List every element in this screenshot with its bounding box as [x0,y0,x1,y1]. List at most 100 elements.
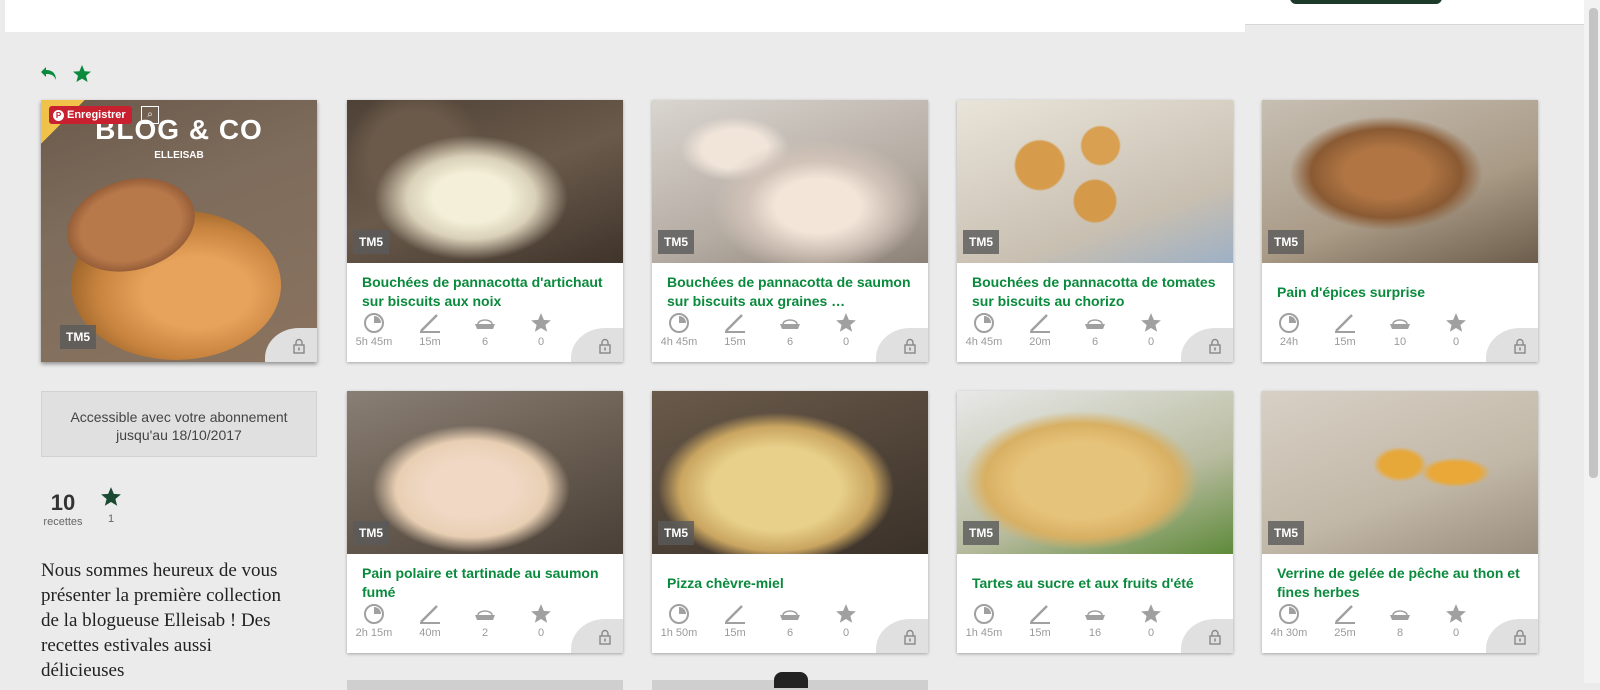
recipe-title[interactable]: Pain polaire et tartinade au saumon fumé [362,563,612,603]
servings-value: 6 [786,336,794,348]
recipe-title[interactable]: Bouchées de pannacotta de saumon sur bis… [667,272,917,312]
scrollbar-thumb[interactable] [1589,8,1598,478]
pinterest-save-button[interactable]: P Enregistrer [49,106,132,124]
rating-value: 0 [1147,627,1155,639]
zoom-icon[interactable]: ⌕ [141,106,159,124]
recipe-title[interactable]: Tartes au sucre et aux fruits d'été [972,563,1222,603]
prep-value: 40m [419,627,441,639]
prep-time-icon [713,603,757,627]
recipe-card[interactable]: TM5 Pain d'épices surprise 24h 15m 10 0 [1262,100,1538,362]
recipe-meta: 24h 15m 10 0 [1262,312,1492,356]
total-value: 24h [1279,336,1299,348]
recipe-meta: 4h 45m 20m 6 0 [957,312,1187,356]
recipe-title[interactable]: Verrine de gelée de pêche au thon et fin… [1277,563,1527,603]
recipe-title[interactable]: Bouchées de pannacotta de tomates sur bi… [972,272,1222,312]
servings-value: 6 [481,336,489,348]
tm5-badge: TM5 [353,230,389,254]
recipes-label: recettes [43,516,83,528]
total-stat: 2h 15m [352,603,396,639]
prep-time-icon [1018,603,1062,627]
rating-star-icon [1434,603,1478,627]
servings-icon [768,312,812,336]
prep-time-icon [408,603,452,627]
prep-stat: 25m [1323,603,1367,639]
recipe-meta: 1h 50m 15m 6 0 [652,603,882,647]
recipes-count: 10 [50,490,76,515]
rating-value: 0 [1452,627,1460,639]
recipe-card[interactable]: TM5 Verrine de gelée de pêche au thon et … [1262,391,1538,653]
recipe-meta: 2h 15m 40m 2 0 [347,603,577,647]
recipe-meta: 4h 30m 25m 8 0 [1262,603,1492,647]
servings-value: 2 [481,627,489,639]
total-time-icon [352,312,396,336]
prep-value: 15m [1334,336,1356,348]
total-time-icon [962,603,1006,627]
recipe-title[interactable]: Bouchées de pannacotta d'artichaut sur b… [362,272,612,312]
collection-description: Nous sommes heureux de vous présenter la… [41,560,282,681]
collection-cover[interactable]: BLOG & CO ELLEISAB TM5 [41,100,317,362]
servings-value: 10 [1393,336,1407,348]
recipes-count-stat: 10 recettes [41,490,85,528]
rating-stat: 0 [519,312,563,348]
prep-value: 15m [1029,627,1051,639]
recipe-card[interactable]: TM5 Tartes au sucre et aux fruits d'été 1h… [957,391,1233,653]
recipe-card[interactable]: TM5 Bouchées de pannacotta de tomates sur… [957,100,1233,362]
rating-stat: 0 [824,312,868,348]
total-time-icon [1267,603,1311,627]
total-stat: 1h 50m [657,603,701,639]
back-arrow-icon[interactable] [40,64,60,84]
recipe-title[interactable]: Pain d'épices surprise [1277,272,1527,312]
subscription-line-1: Accessible avec votre abonnement [70,409,288,425]
total-time-icon [352,603,396,627]
recipe-title[interactable]: Pizza chèvre-miel [667,563,917,603]
recipe-meta: 1h 45m 15m 16 0 [957,603,1187,647]
tm5-badge: TM5 [658,521,694,545]
recipe-card[interactable]: TM5 Bouchées de pannacotta d'artichaut su… [347,100,623,362]
recipe-card[interactable]: TM5 Pain polaire et tartinade au saumon f… [347,391,623,653]
rating-value: 0 [537,336,545,348]
favorites-star-icon [98,486,124,513]
servings-value: 8 [1396,627,1404,639]
lock-icon [599,629,611,645]
servings-stat: 6 [463,312,507,348]
prep-stat: 15m [1018,603,1062,639]
total-stat: 4h 45m [962,312,1006,348]
lock-icon [904,338,916,354]
header-button[interactable] [1290,0,1442,4]
lock-icon [1209,629,1221,645]
total-stat: 4h 45m [657,312,701,348]
rating-value: 0 [1452,336,1460,348]
favorites-count: 1 [107,513,115,525]
card-partial [347,680,623,690]
total-value: 5h 45m [355,336,393,348]
tm5-badge: TM5 [1268,230,1304,254]
servings-stat: 6 [768,603,812,639]
header-bar [5,0,1245,32]
favorite-star-icon[interactable] [72,64,92,84]
servings-stat: 2 [463,603,507,639]
cover-subtitle: ELLEISAB [154,150,204,161]
rating-stat: 0 [1434,603,1478,639]
total-time-icon [962,312,1006,336]
servings-value: 16 [1088,627,1102,639]
servings-icon [1378,603,1422,627]
recipe-meta: 5h 45m 15m 6 0 [347,312,577,356]
recipe-card[interactable]: TM5 Bouchées de pannacotta de saumon sur … [652,100,928,362]
prep-value: 15m [724,627,746,639]
total-value: 4h 45m [965,336,1003,348]
bottom-tab[interactable] [774,672,808,688]
rating-star-icon [1434,312,1478,336]
rating-stat: 0 [1129,603,1173,639]
prep-time-icon [1018,312,1062,336]
rating-stat: 0 [824,603,868,639]
total-value: 1h 50m [660,627,698,639]
rating-star-icon [1129,312,1173,336]
rating-stat: 0 [519,603,563,639]
lock-icon [293,338,305,354]
total-stat: 5h 45m [352,312,396,348]
prep-stat: 15m [713,603,757,639]
recipe-card[interactable]: TM5 Pizza chèvre-miel 1h 50m 15m 6 0 [652,391,928,653]
servings-value: 6 [786,627,794,639]
rating-star-icon [519,603,563,627]
scrollbar[interactable] [1584,0,1600,683]
